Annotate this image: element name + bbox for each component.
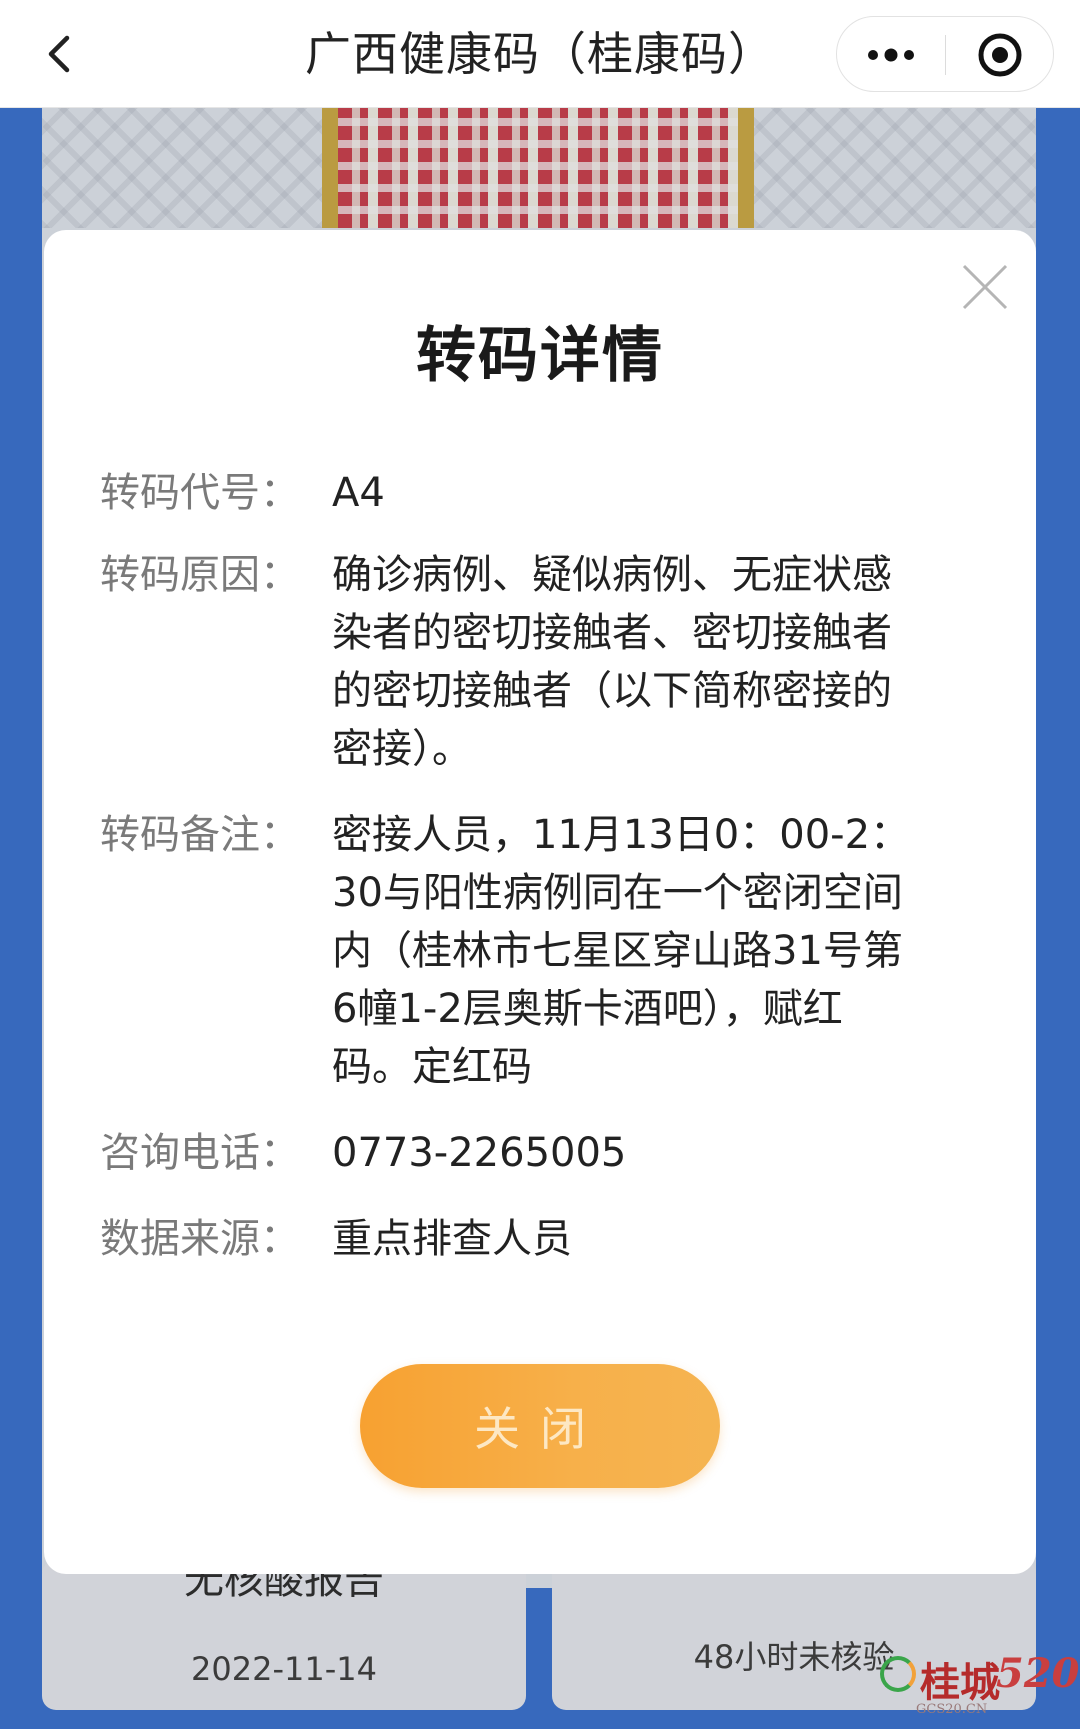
watermark-text: 桂城 [920, 1659, 1000, 1706]
watermark-logo-icon [880, 1656, 916, 1692]
row-label: 数据来源： [100, 1216, 300, 1262]
row-label: 转码代号： [100, 470, 300, 516]
more-button[interactable] [837, 17, 945, 93]
page-title: 广西健康码（桂康码） [305, 27, 775, 81]
row-value: 重点排查人员 [332, 1216, 572, 1262]
close-button[interactable]: 关闭 [360, 1364, 720, 1488]
row-value: A4 [332, 470, 385, 516]
more-dots-icon [868, 48, 914, 62]
top-nav-bar: 广西健康码（桂康码） [0, 0, 1080, 108]
row-label: 转码备注： [100, 812, 300, 858]
exit-miniprogram-button[interactable] [946, 17, 1054, 93]
site-watermark: 桂城 520 GCS20.CN [880, 1650, 1080, 1722]
row-label: 咨询电话： [100, 1130, 300, 1176]
chevron-left-icon [48, 35, 70, 73]
row-value: 密接人员，11月13日0：00-2： 30与阳性病例同在一个密闭空间 内（桂林市… [332, 812, 911, 1090]
record-target-icon [978, 33, 1022, 77]
dialog-close-button[interactable] [950, 252, 1020, 322]
miniprogram-capsule [836, 16, 1054, 92]
row-label: 转码原因： [100, 552, 300, 598]
watermark-number: 520 [996, 1650, 1080, 1697]
watermark-site: GCS20.CN [916, 1702, 988, 1717]
dialog-title: 转码详情 [416, 321, 664, 391]
phone-number[interactable]: 0773-2265005 [332, 1124, 962, 1182]
row-value: 确诊病例、疑似病例、无症状感 染者的密切接触者、密切接触者 的密切接触者（以下简… [332, 552, 892, 772]
back-button[interactable] [30, 24, 90, 84]
page: 广西健康码（桂康码） 无核酸报告 2022-11-14 48小时未核验 转码详情… [0, 0, 1080, 1729]
close-x-icon [962, 264, 1008, 310]
row-value: 0773-2265005 [332, 1124, 962, 1182]
